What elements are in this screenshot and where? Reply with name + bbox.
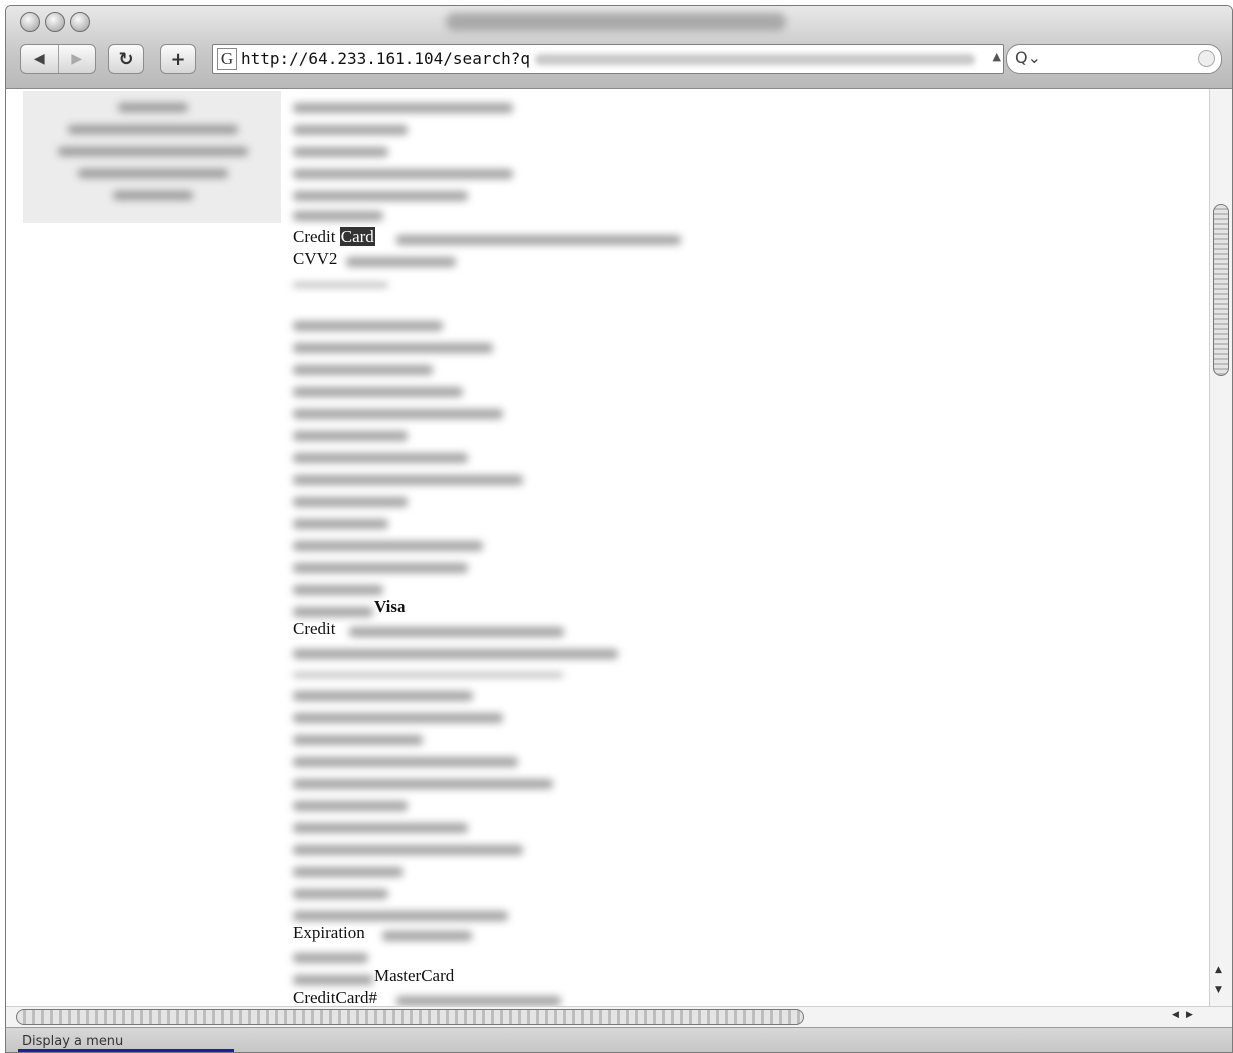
search-field[interactable]: Q⌄	[1006, 44, 1222, 74]
vertical-scrollbar[interactable]: ▲ ▼	[1209, 89, 1232, 1006]
blurred-sidebar-box	[23, 91, 281, 223]
page-content: Credit Card CVV2 Visa Credit Expiration …	[6, 89, 1209, 1006]
status-text: Display a menu	[22, 1034, 124, 1049]
toolbar: ◀ ▶ ↻ + G http://64.233.161.104/search?q…	[6, 6, 1232, 89]
status-accent-bar	[18, 1049, 234, 1052]
scroll-right-icon[interactable]: ▶	[1186, 1010, 1193, 1020]
mastercard-card-type: MasterCard	[374, 966, 455, 985]
window-title-blurred	[446, 13, 786, 31]
back-icon[interactable]: ◀	[21, 45, 58, 73]
scroll-up-icon[interactable]: ▲	[1215, 965, 1222, 975]
search-icon[interactable]: Q⌄	[1015, 48, 1041, 67]
creditcard-number-label: CreditCard#	[293, 988, 378, 1006]
plus-icon: +	[170, 48, 186, 70]
reload-button[interactable]: ↻	[108, 44, 144, 74]
address-bar[interactable]: G http://64.233.161.104/search?q ▲	[212, 44, 1004, 74]
clear-search-icon[interactable]	[1198, 50, 1215, 67]
back-forward-buttons[interactable]: ◀ ▶	[20, 44, 96, 74]
card-highlight: Card	[339, 227, 375, 246]
cvv2-label: CVV2	[293, 249, 338, 268]
url-blurred-query	[535, 54, 975, 65]
reload-icon: ↻	[118, 48, 134, 70]
minimize-button[interactable]	[45, 12, 65, 32]
add-bookmark-button[interactable]: +	[160, 44, 196, 74]
horizontal-scroll-thumb[interactable]	[16, 1009, 804, 1025]
zoom-button[interactable]	[70, 12, 90, 32]
url-text[interactable]: http://64.233.161.104/search?q	[241, 49, 530, 68]
forward-icon[interactable]: ▶	[57, 45, 96, 73]
vertical-scroll-thumb[interactable]	[1213, 204, 1229, 376]
scroll-left-icon[interactable]: ◀	[1172, 1010, 1179, 1020]
url-dropdown-icon[interactable]: ▲	[993, 50, 1001, 63]
scroll-down-icon[interactable]: ▼	[1215, 985, 1222, 995]
visa-card-type: Visa	[374, 597, 406, 616]
site-favicon: G	[217, 48, 237, 70]
credit-label-2: Credit	[293, 619, 336, 638]
credit-card-label: Credit Card	[293, 227, 375, 247]
status-bar: Display a menu	[6, 1027, 1232, 1052]
credit-word: Credit	[293, 227, 336, 246]
browser-window: ◀ ▶ ↻ + G http://64.233.161.104/search?q…	[5, 5, 1233, 1053]
close-button[interactable]	[20, 12, 40, 32]
horizontal-scrollbar[interactable]: ◀ ▶	[6, 1006, 1232, 1027]
expiration-label: Expiration	[293, 923, 365, 942]
